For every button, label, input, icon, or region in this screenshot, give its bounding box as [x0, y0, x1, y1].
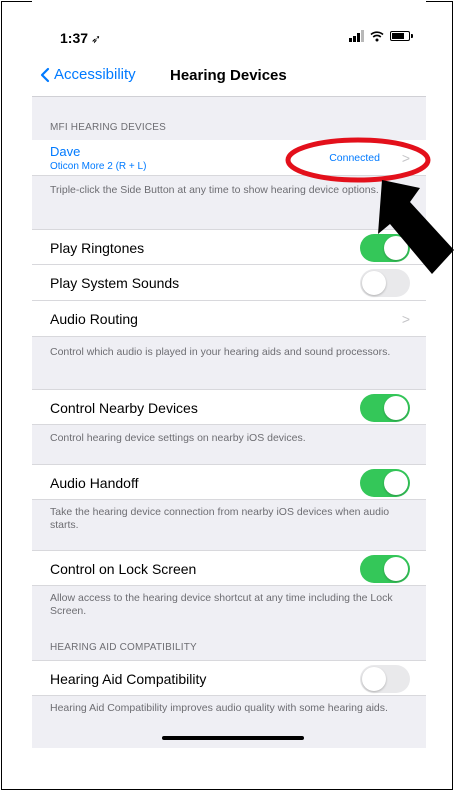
section-header-hac: HEARING AID COMPATIBILITY — [50, 642, 197, 653]
status-time: 1:37 ➶ — [60, 30, 101, 46]
row-control-lock-screen: Control on Lock Screen — [32, 550, 426, 586]
home-indicator — [162, 736, 304, 740]
pointer-arrow-icon — [378, 180, 454, 274]
row-audio-routing[interactable]: Audio Routing > — [32, 301, 426, 337]
status-bar: 1:37 ➶ — [32, 0, 426, 58]
play-ringtones-label: Play Ringtones — [50, 240, 145, 256]
page-title: Hearing Devices — [170, 67, 287, 84]
row-hearing-aid-compatibility: Hearing Aid Compatibility — [32, 660, 426, 696]
status-icons — [349, 30, 413, 42]
hac-toggle[interactable] — [360, 665, 410, 693]
lock-screen-footer: Allow access to the hearing device short… — [50, 592, 393, 617]
mfi-footer: Triple-click the Side Button at any time… — [50, 184, 379, 196]
device-model: Oticon More 2 (R + L) — [50, 161, 147, 172]
battery-icon — [390, 31, 413, 41]
section-header-mfi: MFI HEARING DEVICES — [50, 122, 167, 133]
audio-handoff-footer: Take the hearing device connection from … — [50, 506, 390, 531]
row-control-nearby-devices: Control Nearby Devices — [32, 389, 426, 425]
lock-screen-toggle[interactable] — [360, 555, 410, 583]
control-nearby-label: Control Nearby Devices — [50, 400, 198, 416]
phone-screen: 1:37 ➶ Accessibility Hearing Devices MFI… — [32, 0, 426, 748]
chevron-right-icon: > — [401, 311, 410, 327]
hac-footer: Hearing Aid Compatibility improves audio… — [50, 702, 388, 714]
cellular-signal-icon — [349, 30, 364, 42]
audio-routing-footer: Control which audio is played in your he… — [50, 346, 391, 358]
control-nearby-footer: Control hearing device settings on nearb… — [50, 432, 306, 444]
control-nearby-toggle[interactable] — [360, 394, 410, 422]
hac-label: Hearing Aid Compatibility — [50, 671, 207, 687]
audio-routing-label: Audio Routing — [50, 311, 138, 327]
wifi-icon — [370, 30, 384, 42]
audio-handoff-toggle[interactable] — [360, 469, 410, 497]
back-button[interactable]: Accessibility — [40, 66, 136, 83]
time-text: 1:37 — [60, 30, 89, 46]
audio-handoff-label: Audio Handoff — [50, 475, 139, 491]
location-arrow-icon: ➶ — [91, 32, 102, 46]
back-label: Accessibility — [54, 66, 136, 83]
navigation-bar: Accessibility Hearing Devices — [32, 58, 426, 97]
lock-screen-label: Control on Lock Screen — [50, 561, 197, 577]
row-audio-handoff: Audio Handoff — [32, 464, 426, 500]
device-name: Dave — [50, 144, 81, 159]
chevron-left-icon — [40, 67, 50, 82]
play-system-sounds-label: Play System Sounds — [50, 275, 180, 291]
